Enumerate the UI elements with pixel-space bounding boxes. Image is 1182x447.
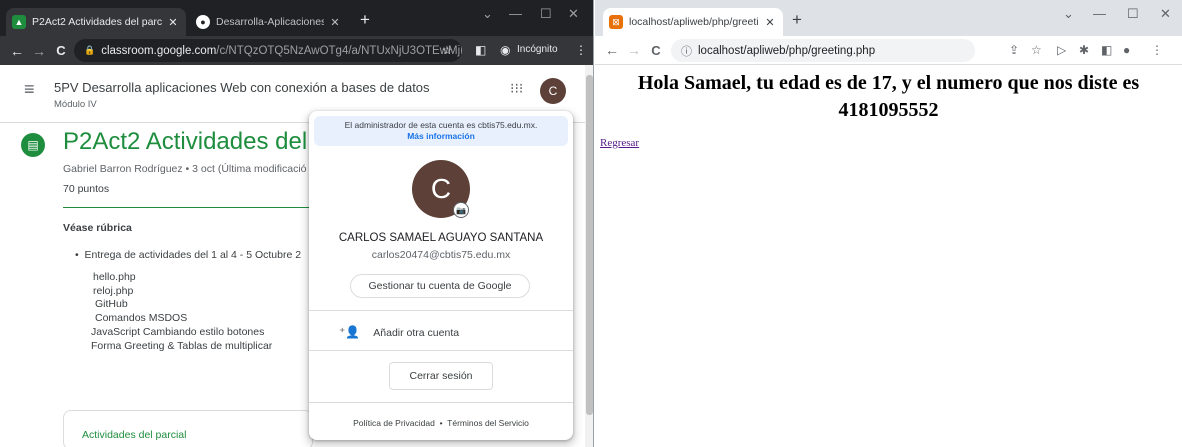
- account-email: carlos20474@cbtis75.edu.mx: [371, 249, 511, 261]
- separator-dot: •: [439, 418, 443, 428]
- divider: [309, 350, 573, 351]
- course-subtitle: Módulo IV: [54, 99, 97, 110]
- tab-greeting[interactable]: ⊠ localhost/apliweb/php/greeting. ✕: [603, 8, 783, 36]
- lock-icon: 🔒: [84, 45, 96, 55]
- url-path: /c/NTQzOTQ5NzAwOTg4/a/NTUxNjU3OTEwMjE...: [216, 44, 462, 57]
- back-link[interactable]: Regresar: [600, 137, 639, 149]
- url-host: classroom.google.com: [101, 44, 217, 57]
- tab-title: P2Act2 Actividades del parcial 7/: [32, 16, 162, 28]
- github-icon: ●: [196, 15, 210, 29]
- star-icon[interactable]: ☆: [442, 43, 452, 57]
- close-window-button[interactable]: ✕: [1160, 6, 1171, 22]
- address-bar[interactable]: 🔒 classroom.google.com/c/NTQzOTQ5NzAwOTg…: [74, 39, 462, 62]
- chevron-down-icon[interactable]: ⌄: [1063, 6, 1074, 22]
- manage-account-button[interactable]: Gestionar tu cuenta de Google: [350, 274, 530, 298]
- assignment-meta: Gabriel Barron Rodríguez • 3 oct (Última…: [63, 163, 307, 175]
- list-item: Forma Greeting & Tablas de multiplicar: [91, 339, 273, 352]
- localhost-favicon-icon: ⊠: [609, 15, 623, 29]
- chevron-down-icon[interactable]: ⌄: [482, 6, 493, 22]
- new-tab-button[interactable]: +: [360, 10, 370, 30]
- right-tab-strip: ⊠ localhost/apliweb/php/greeting. ✕ + ⌄ …: [595, 0, 1182, 36]
- list-item: hello.php: [93, 271, 136, 283]
- minimize-button[interactable]: —: [1093, 6, 1106, 21]
- account-popup: El administrador de esta cuenta es cbtis…: [309, 111, 573, 440]
- apps-grid-icon[interactable]: ⁝⁝⁝: [510, 80, 523, 97]
- terms-link[interactable]: Términos del Servicio: [447, 418, 529, 428]
- left-toolbar: ← → C 🔒 classroom.google.com/c/NTQzOTQ5N…: [0, 36, 593, 65]
- activities-card[interactable]: Actividades del parcial: [63, 410, 313, 447]
- classroom-favicon-icon: ▲: [12, 15, 26, 29]
- add-account-button[interactable]: ⁺👤 Añadir otra cuenta: [339, 325, 459, 339]
- left-tab-strip: ▲ P2Act2 Actividades del parcial 7/ ✕ ● …: [0, 0, 593, 36]
- card-title: Actividades del parcial: [82, 429, 187, 441]
- assignment-title: P2Act2 Actividades del: [63, 128, 308, 155]
- privacy-link[interactable]: Política de Privacidad: [353, 418, 435, 428]
- back-button[interactable]: ←: [6, 43, 28, 59]
- reload-button[interactable]: C: [50, 43, 72, 58]
- course-title[interactable]: 5PV Desarrolla aplicaciones Web con cone…: [54, 80, 430, 95]
- greeting-heading: Hola Samael, tu edad es de 17, y el nume…: [637, 72, 1140, 121]
- forward-button[interactable]: →: [28, 43, 50, 59]
- sign-out-button[interactable]: Cerrar sesión: [389, 362, 493, 390]
- info-icon: ⓘ: [681, 45, 692, 58]
- admin-notice: El administrador de esta cuenta es cbtis…: [344, 120, 538, 130]
- list-item: JavaScript Cambiando estilo botones: [91, 325, 265, 338]
- popup-footer: Política de Privacidad • Términos del Se…: [309, 418, 573, 428]
- menu-icon[interactable]: ⋮: [1151, 43, 1163, 57]
- tab-classroom[interactable]: ▲ P2Act2 Actividades del parcial 7/ ✕: [6, 8, 186, 36]
- rubric-heading[interactable]: Véase rúbrica: [63, 222, 132, 234]
- account-name: CARLOS SAMAEL AGUAYO SANTANA: [338, 232, 544, 244]
- puzzle-icon[interactable]: ✱: [1079, 43, 1089, 57]
- minimize-button[interactable]: —: [509, 6, 522, 21]
- reload-button[interactable]: C: [645, 43, 667, 58]
- menu-icon[interactable]: ⋮: [575, 43, 587, 57]
- bullet-text: Entrega de actividades del 1 al 4 - 5 Oc…: [84, 249, 302, 261]
- maximize-button[interactable]: ☐: [540, 6, 552, 22]
- assignment-icon: ▤: [21, 133, 45, 157]
- right-toolbar: ← → C ⓘ localhost/apliweb/php/greeting.p…: [595, 36, 1182, 65]
- side-panel-icon[interactable]: ◧: [475, 43, 486, 57]
- side-panel-icon[interactable]: ◧: [1101, 43, 1112, 57]
- extension-icon[interactable]: ▷: [1057, 43, 1066, 57]
- bullet-item: • Entrega de actividades del 1 al 4 - 5 …: [75, 249, 302, 261]
- divider: [63, 207, 313, 208]
- close-tab-icon[interactable]: ✕: [328, 16, 342, 29]
- url-text: localhost/apliweb/php/greeting.php: [698, 44, 876, 57]
- scrollbar[interactable]: [585, 65, 593, 447]
- star-icon[interactable]: ☆: [1031, 43, 1042, 57]
- more-info-link[interactable]: Más información: [407, 131, 475, 141]
- close-tab-icon[interactable]: ✕: [166, 16, 180, 29]
- new-tab-button[interactable]: +: [792, 10, 802, 30]
- list-item: Comandos MSDOS: [95, 312, 188, 325]
- camera-icon[interactable]: 📷: [453, 202, 469, 218]
- hamburger-menu-icon[interactable]: ≡: [24, 79, 35, 100]
- share-icon[interactable]: ⇪: [1009, 43, 1019, 57]
- incognito-icon: ◉: [500, 43, 511, 57]
- tab-title: localhost/apliweb/php/greeting.: [629, 16, 759, 28]
- close-tab-icon[interactable]: ✕: [763, 16, 777, 29]
- divider: [309, 402, 573, 403]
- account-avatar[interactable]: C: [540, 78, 566, 104]
- maximize-button[interactable]: ☐: [1127, 6, 1139, 22]
- forward-button[interactable]: →: [623, 42, 645, 58]
- tab-github[interactable]: ● Desarrolla-Aplicaciones-Web/ap ✕: [190, 8, 348, 36]
- profile-icon[interactable]: ●: [1123, 43, 1130, 57]
- tab-title: Desarrolla-Aplicaciones-Web/ap: [216, 16, 324, 28]
- assignment-points: 70 puntos: [63, 183, 110, 195]
- scrollbar-thumb[interactable]: [586, 75, 593, 415]
- left-browser-window: ▲ P2Act2 Actividades del parcial 7/ ✕ ● …: [0, 0, 594, 447]
- right-browser-window: ⊠ localhost/apliweb/php/greeting. ✕ + ⌄ …: [595, 0, 1182, 447]
- back-button[interactable]: ←: [601, 42, 623, 58]
- incognito-label[interactable]: Incógnito: [517, 44, 558, 55]
- list-item: reloj.php: [93, 284, 134, 297]
- divider: [309, 310, 573, 311]
- add-person-icon: ⁺👤: [339, 325, 361, 339]
- add-account-label: Añadir otra cuenta: [373, 327, 460, 339]
- admin-notice-banner: El administrador de esta cuenta es cbtis…: [314, 116, 568, 146]
- activity-list: hello.php reloj.php GitHub Comandos MSDO…: [91, 271, 273, 353]
- list-item: GitHub: [95, 298, 128, 311]
- close-window-button[interactable]: ✕: [568, 6, 579, 22]
- address-bar[interactable]: ⓘ localhost/apliweb/php/greeting.php: [671, 39, 975, 62]
